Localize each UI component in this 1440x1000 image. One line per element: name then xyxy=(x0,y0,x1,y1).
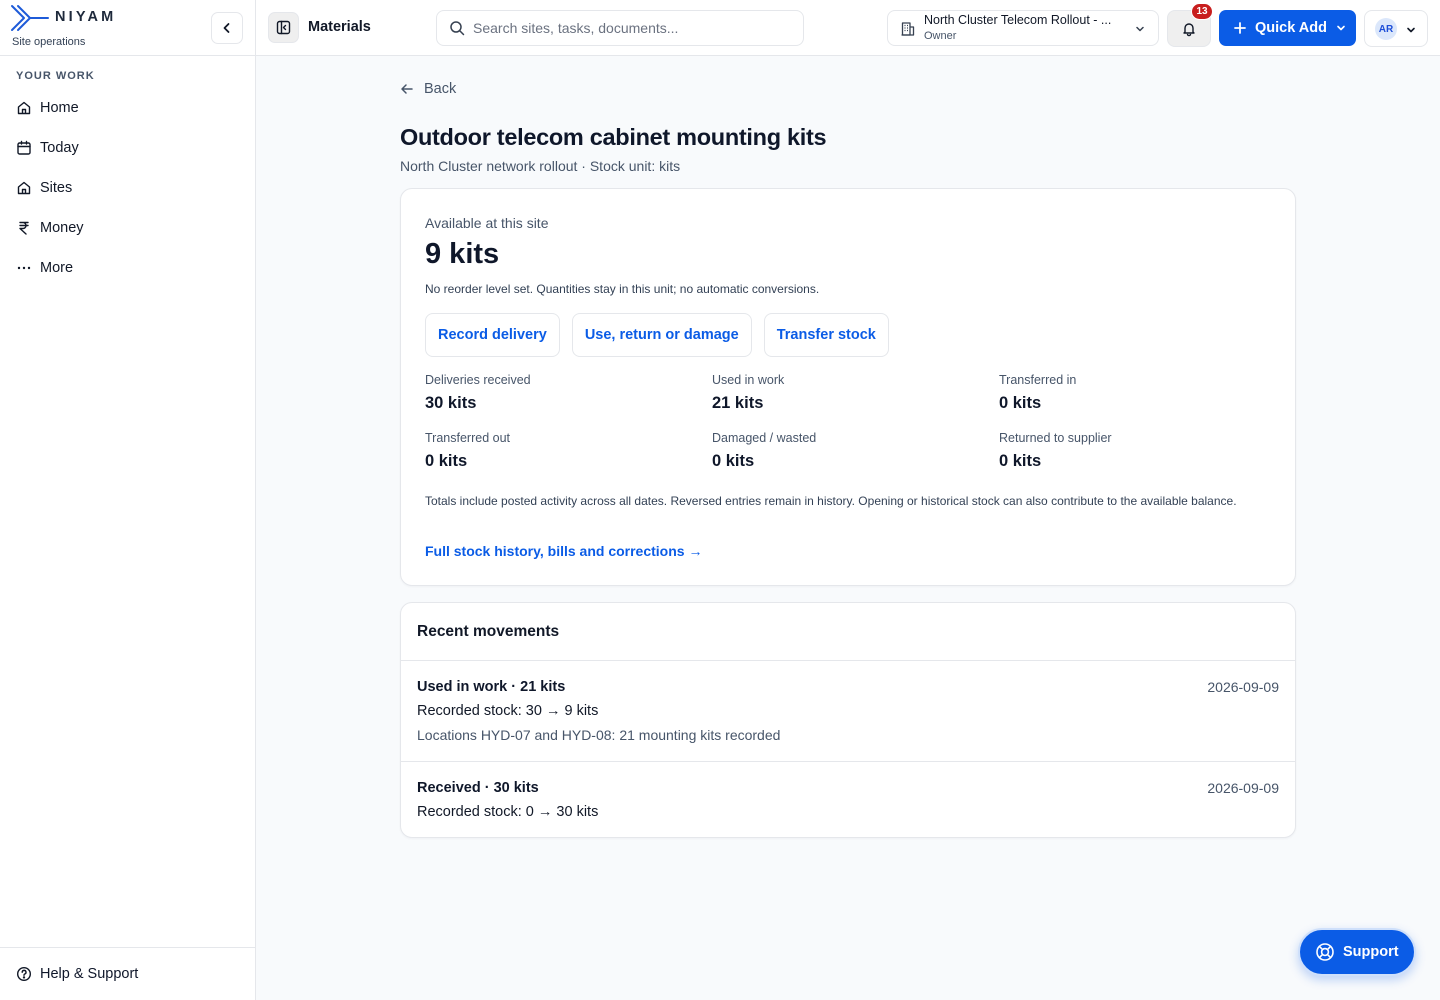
arrow-left-icon xyxy=(401,84,413,94)
sidebar-item-more[interactable]: More xyxy=(0,248,255,288)
movement-item: Used in work · 21 kits 2026-09-09 Record… xyxy=(401,661,1295,762)
help-support-label: Help & Support xyxy=(40,966,139,982)
bell-icon xyxy=(1183,22,1195,36)
chevron-down-icon xyxy=(1335,22,1347,34)
search-icon xyxy=(450,21,465,36)
quick-add-label: Quick Add xyxy=(1255,20,1327,36)
full-stock-history-link[interactable]: Full stock history, bills and correction… xyxy=(425,543,702,559)
stat-transferred-in: Transferred in 0 kits xyxy=(999,373,1285,413)
office-building-icon xyxy=(900,21,916,37)
chevron-left-icon xyxy=(223,23,230,33)
stat-label: Damaged / wasted xyxy=(712,431,817,445)
sidebar-item-label: Sites xyxy=(40,180,73,196)
project-role: Owner xyxy=(924,30,957,42)
movement-title: Used in work · 21 kits xyxy=(417,679,566,695)
stat-deliveries-received: Deliveries received 30 kits xyxy=(425,373,712,413)
stat-damaged-wasted: Damaged / wasted 0 kits xyxy=(712,431,999,471)
avatar: AR xyxy=(1375,18,1397,40)
stock-actions: Record delivery Use, return or damage Tr… xyxy=(425,313,889,357)
project-name: North Cluster Telecom Rollout - ... xyxy=(924,13,1112,27)
stat-value: 0 kits xyxy=(425,452,468,470)
help-circle-icon xyxy=(16,966,32,982)
totals-note: Totals include posted activity across al… xyxy=(425,494,1237,508)
stat-used-in-work: Used in work 21 kits xyxy=(712,373,999,413)
available-value: 9 kits xyxy=(425,238,500,270)
sidebar-nav: Home Today Sites Money More xyxy=(0,88,255,288)
sidebar-item-sites[interactable]: Sites xyxy=(0,168,255,208)
available-label: Available at this site xyxy=(425,215,549,231)
sidebar-item-money[interactable]: Money xyxy=(0,208,255,248)
project-switcher[interactable]: North Cluster Telecom Rollout - ... Owne… xyxy=(887,10,1159,46)
toggle-panel-button[interactable] xyxy=(268,12,299,43)
section-label-your-work: YOUR WORK xyxy=(16,70,95,82)
recent-movements-card: Recent movements Used in work · 21 kits … xyxy=(400,602,1296,838)
notification-count-badge: 13 xyxy=(1191,3,1213,20)
plus-icon xyxy=(1233,21,1247,35)
sidebar-item-label: Home xyxy=(40,100,79,116)
sidebar-item-label: Money xyxy=(40,220,84,236)
support-button[interactable]: Support xyxy=(1298,928,1416,976)
stat-label: Transferred out xyxy=(425,431,510,445)
stat-label: Transferred in xyxy=(999,373,1077,387)
recent-movements-heading: Recent movements xyxy=(401,603,1295,661)
back-label: Back xyxy=(424,81,457,97)
sidebar: NIYAM Site operations YOUR WORK Home Tod… xyxy=(0,0,256,1000)
transfer-stock-button[interactable]: Transfer stock xyxy=(763,313,889,357)
reorder-note: No reorder level set. Quantities stay in… xyxy=(425,282,820,296)
search-input[interactable] xyxy=(473,20,793,36)
stat-transferred-out: Transferred out 0 kits xyxy=(425,431,712,471)
use-return-damage-button[interactable]: Use, return or damage xyxy=(571,313,752,357)
stat-value: 21 kits xyxy=(712,394,764,412)
stat-returned-to-supplier: Returned to supplier 0 kits xyxy=(999,431,1285,471)
movement-note: Locations HYD-07 and HYD-08: 21 mounting… xyxy=(417,727,781,743)
movement-item: Received · 30 kits 2026-09-09 Recorded s… xyxy=(401,762,1295,838)
panel-left-icon xyxy=(276,20,291,35)
building-icon xyxy=(16,180,32,196)
stat-value: 0 kits xyxy=(999,394,1042,412)
sidebar-item-home[interactable]: Home xyxy=(0,88,255,128)
brand: NIYAM Site operations xyxy=(0,0,255,56)
stat-label: Returned to supplier xyxy=(999,431,1112,445)
stock-summary-card: Available at this site 9 kits No reorder… xyxy=(400,188,1296,586)
home-icon xyxy=(16,100,32,116)
sidebar-item-today[interactable]: Today xyxy=(0,128,255,168)
stat-value: 0 kits xyxy=(712,452,755,470)
chevron-down-icon xyxy=(1405,24,1417,36)
page-section-title: Materials xyxy=(308,19,371,35)
stat-value: 30 kits xyxy=(425,394,477,412)
sidebar-item-label: Today xyxy=(40,140,79,156)
movement-title: Received · 30 kits xyxy=(417,780,539,796)
help-support-link[interactable]: Help & Support xyxy=(0,947,255,1000)
movement-stock-line: Recorded stock: 30 → 9 kits xyxy=(417,703,599,719)
rupee-icon xyxy=(16,220,32,236)
page-title: Outdoor telecom cabinet mounting kits xyxy=(400,124,827,150)
page-subtitle: North Cluster network rollout · Stock un… xyxy=(400,158,681,174)
record-delivery-button[interactable]: Record delivery xyxy=(425,313,560,357)
movement-date: 2026-09-09 xyxy=(1207,780,1279,796)
back-link[interactable]: Back xyxy=(400,81,456,97)
niyam-logo-icon xyxy=(10,3,50,35)
topbar: Materials North Cluster Telecom Rollout … xyxy=(256,0,1440,56)
calendar-icon xyxy=(16,140,32,156)
search-box xyxy=(436,10,804,46)
movement-date: 2026-09-09 xyxy=(1207,679,1279,695)
quick-add-button[interactable]: Quick Add xyxy=(1219,10,1356,46)
chevron-down-icon xyxy=(1134,23,1146,35)
lifebuoy-icon xyxy=(1316,943,1334,961)
stat-label: Deliveries received xyxy=(425,373,531,387)
brand-name: NIYAM xyxy=(55,9,117,25)
movement-stock-line: Recorded stock: 0 → 30 kits xyxy=(417,804,599,820)
brand-tagline: Site operations xyxy=(12,36,86,48)
stat-label: Used in work xyxy=(712,373,785,387)
user-menu-button[interactable]: AR xyxy=(1364,10,1428,47)
support-label: Support xyxy=(1343,944,1399,960)
sidebar-item-label: More xyxy=(40,260,74,276)
more-horizontal-icon xyxy=(16,260,32,276)
stat-value: 0 kits xyxy=(999,452,1042,470)
stock-stats-grid: Deliveries received 30 kits Used in work… xyxy=(425,373,1285,471)
collapse-sidebar-button[interactable] xyxy=(211,12,243,44)
